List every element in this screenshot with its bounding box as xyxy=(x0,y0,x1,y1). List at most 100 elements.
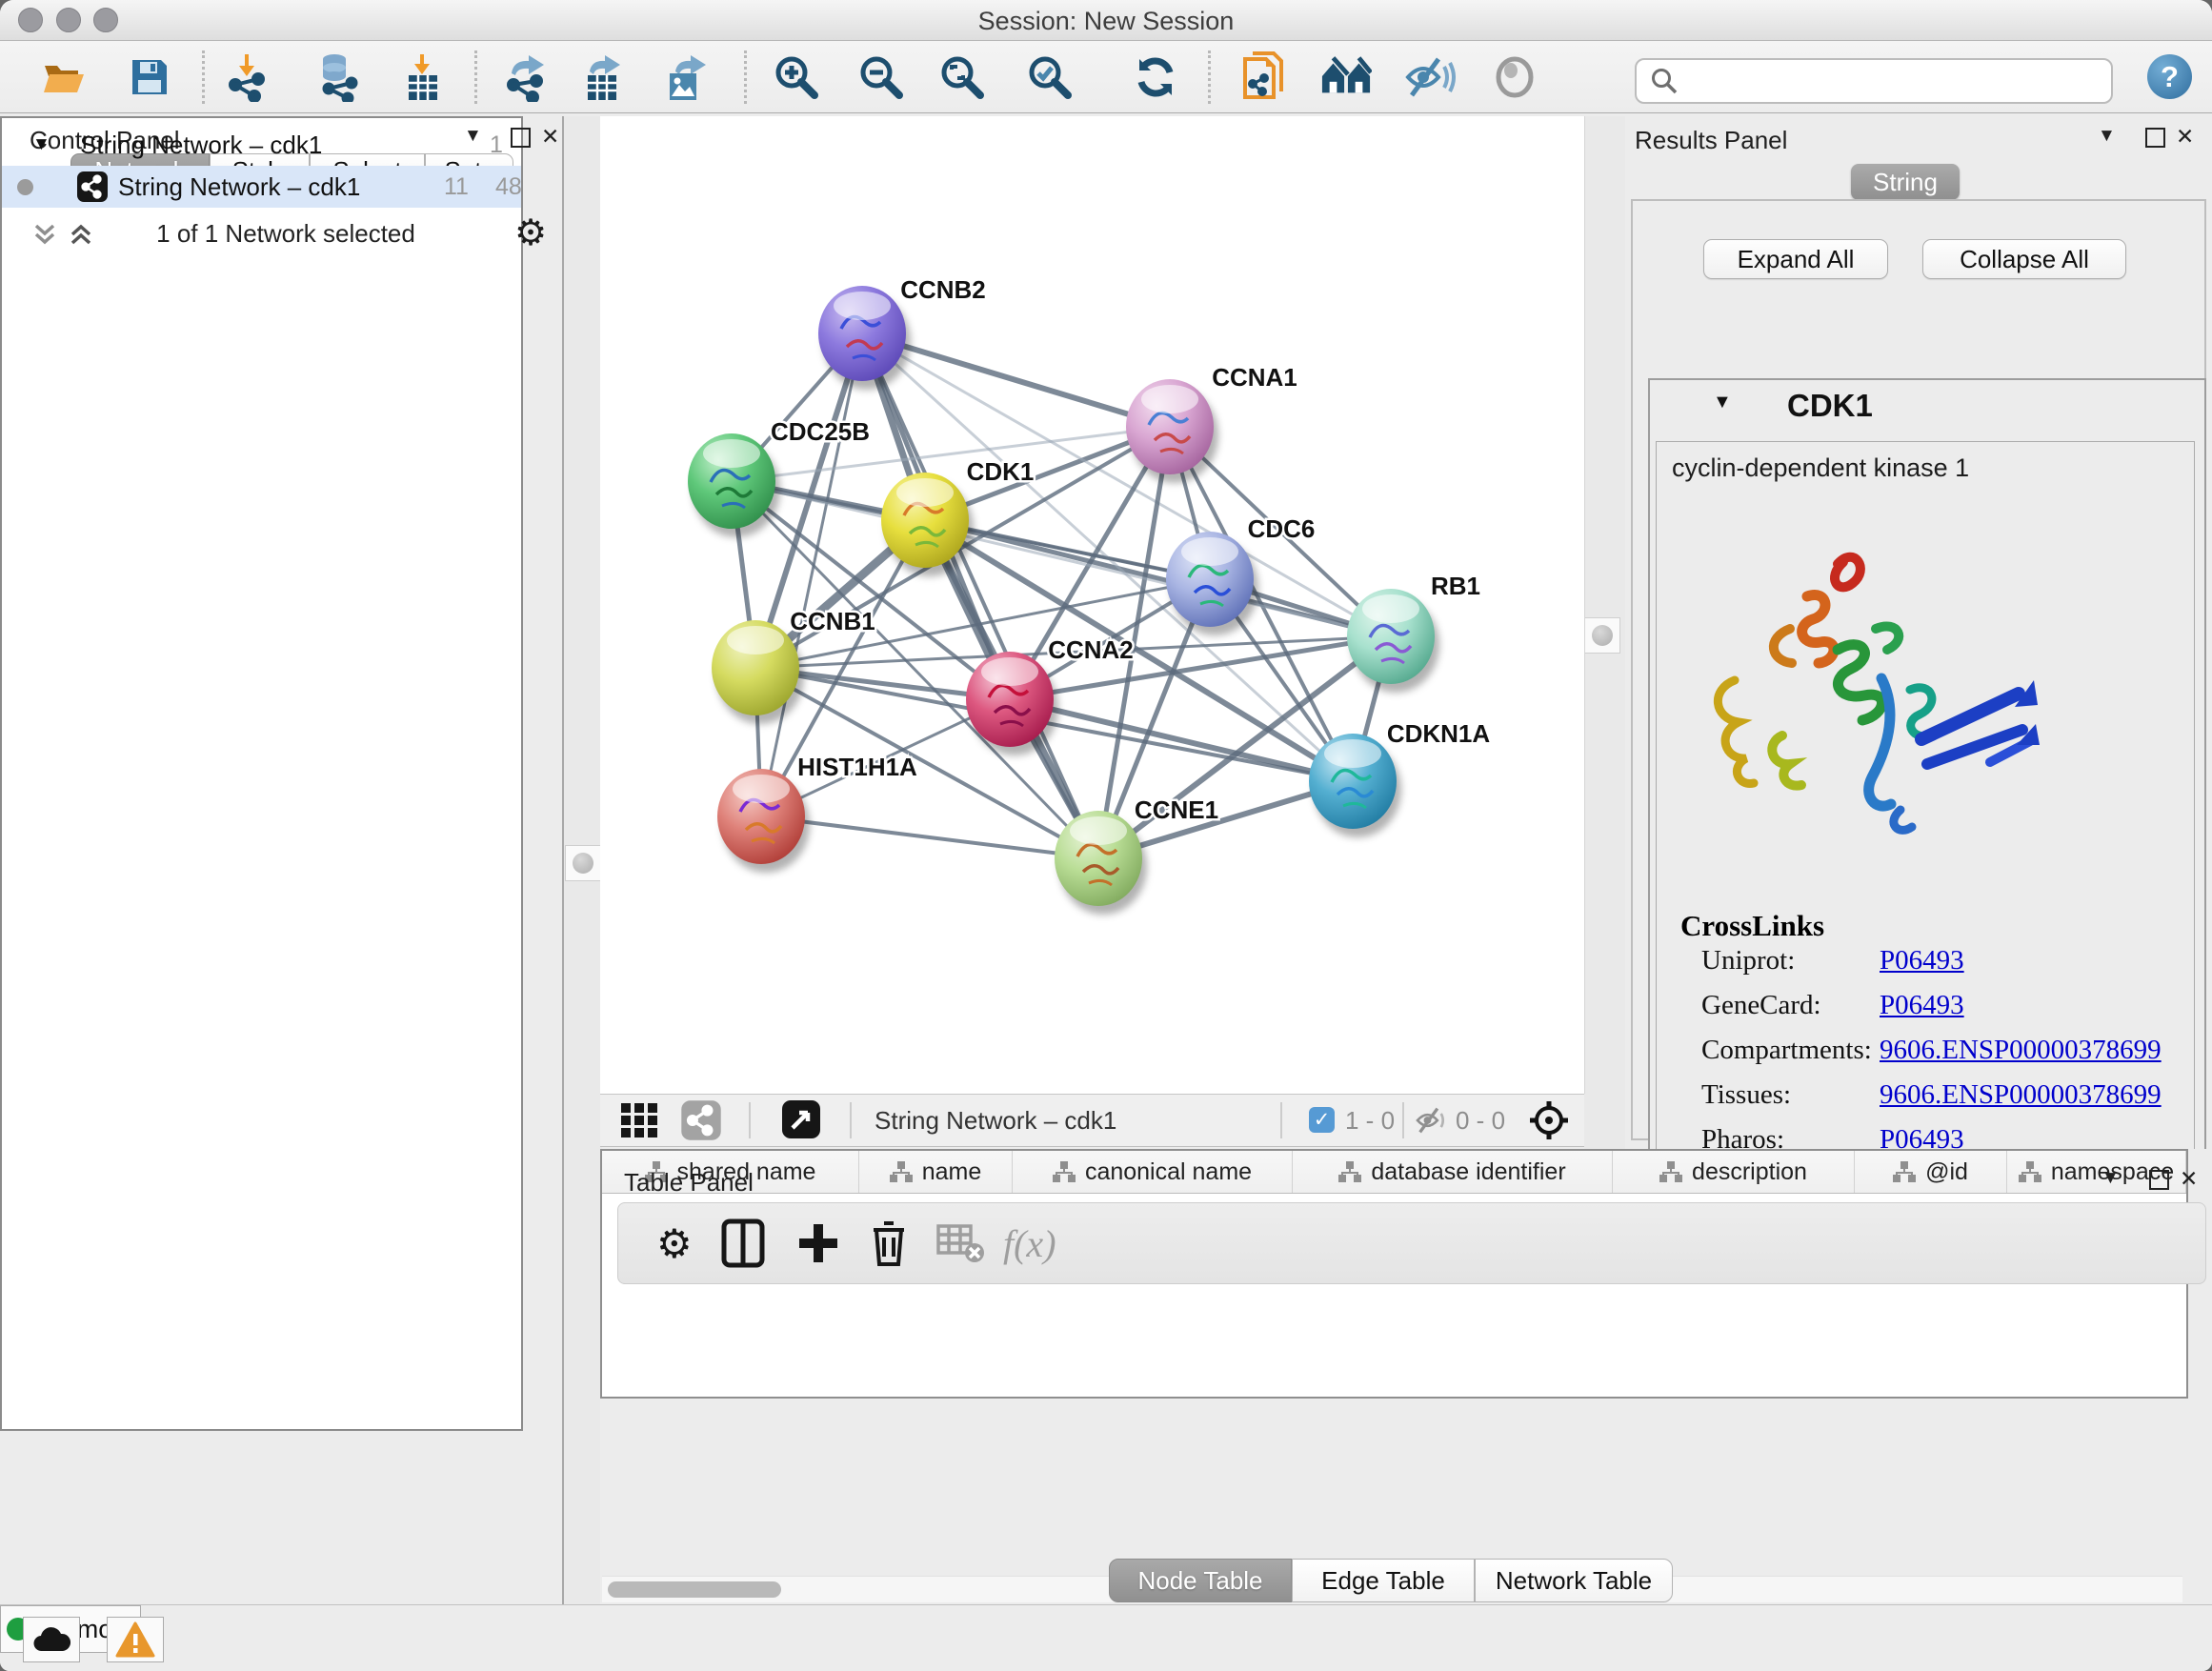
show-columns-icon[interactable] xyxy=(721,1217,765,1270)
left-splitter-handle[interactable] xyxy=(565,845,601,881)
network-options-gear-icon[interactable]: ⚙ xyxy=(514,211,547,254)
tree-expander-icon[interactable]: ▼ xyxy=(32,134,50,155)
zoom-out-button[interactable] xyxy=(855,52,907,102)
node-ccnb2[interactable] xyxy=(818,286,911,390)
results-panel-title: Results Panel xyxy=(1635,126,1787,155)
node-hist1h1a[interactable] xyxy=(717,769,810,873)
column-header-id[interactable]: @id xyxy=(1855,1151,2007,1193)
column-header-canonical-name[interactable]: canonical name xyxy=(1013,1151,1293,1193)
node-cdk1[interactable] xyxy=(881,473,974,576)
zoom-fit-button[interactable] xyxy=(936,52,988,102)
node-ccna2[interactable] xyxy=(966,652,1058,755)
function-builder-icon[interactable]: f(x) xyxy=(1003,1217,1056,1270)
show-glass-button[interactable] xyxy=(1489,52,1540,102)
results-panel-maximize-icon[interactable] xyxy=(2145,128,2165,148)
search-input[interactable] xyxy=(1688,67,2111,96)
column-header-name[interactable]: name xyxy=(859,1151,1013,1193)
hide-glass-button[interactable] xyxy=(1404,52,1456,102)
network-tree: ▼ String Network – cdk1 1 String Network… xyxy=(0,116,523,1431)
export-image-button[interactable] xyxy=(661,52,713,102)
table-options-gear-icon[interactable]: ⚙ xyxy=(656,1217,693,1270)
tab-edge-table[interactable]: Edge Table xyxy=(1292,1559,1475,1602)
export-table-button[interactable] xyxy=(577,52,629,102)
help-button[interactable]: ? xyxy=(2147,54,2192,99)
results-panel-float-icon[interactable]: ▼ xyxy=(2098,126,2116,147)
fit-selected-crosshair-icon[interactable] xyxy=(1528,1099,1570,1141)
app-window: Session: New Session xyxy=(0,0,2212,1671)
change-species-button[interactable] xyxy=(1320,52,1372,102)
hierarchy-icon xyxy=(1053,1161,1076,1182)
search-icon xyxy=(1650,67,1679,95)
export-network-button[interactable] xyxy=(499,52,551,102)
expand-all-icon[interactable] xyxy=(69,223,93,246)
table-panel-maximize-icon[interactable] xyxy=(2149,1170,2169,1190)
column-header-description[interactable]: description xyxy=(1613,1151,1855,1193)
table-tab-bar: Node TableEdge TableNetwork Table xyxy=(1109,1559,1673,1602)
node-cdkn1a[interactable] xyxy=(1309,734,1401,837)
control-panel-close-icon[interactable]: ✕ xyxy=(541,124,559,150)
save-session-button[interactable] xyxy=(124,52,175,102)
node-rb1[interactable] xyxy=(1347,589,1439,693)
zoom-fit-icon xyxy=(938,53,986,101)
toolbar-separator xyxy=(1208,50,1211,104)
selection-status-text: 1 of 1 Network selected xyxy=(105,219,467,249)
table-panel-float-icon[interactable]: ▼ xyxy=(2101,1168,2120,1189)
add-column-icon[interactable] xyxy=(795,1217,841,1270)
tab-network-table[interactable]: Network Table xyxy=(1475,1559,1673,1602)
protein-structure-image xyxy=(1695,537,2066,852)
cdk1-expander-icon[interactable]: ▼ xyxy=(1713,392,1732,413)
toolbar-separator xyxy=(1402,1102,1404,1138)
delete-table-icon[interactable] xyxy=(936,1217,986,1270)
node-label-rb1: RB1 xyxy=(1431,572,1480,600)
node-cdc25b[interactable] xyxy=(688,433,780,537)
grid-view-icon[interactable] xyxy=(619,1101,663,1139)
crosslink-link[interactable]: 9606.ENSP00000378699 xyxy=(1880,1079,2162,1111)
node-label-ccne1: CCNE1 xyxy=(1135,795,1218,824)
birdseye-view-icon[interactable] xyxy=(781,1099,821,1139)
zoom-selected-button[interactable] xyxy=(1024,52,1076,102)
open-session-button[interactable] xyxy=(38,52,90,102)
expand-all-button[interactable]: Expand All xyxy=(1703,239,1888,279)
tab-node-table[interactable]: Node Table xyxy=(1109,1559,1292,1602)
stringify-document-button[interactable] xyxy=(1238,52,1290,102)
network-row-selected[interactable]: String Network – cdk1 11 48 xyxy=(2,166,521,208)
results-panel-close-icon[interactable]: ✕ xyxy=(2176,124,2194,150)
crosslink-link[interactable]: P06493 xyxy=(1880,945,1964,976)
node-cdc6[interactable] xyxy=(1166,532,1258,635)
node-ccne1[interactable] xyxy=(1055,811,1147,915)
crosslinks-heading: CrossLinks xyxy=(1680,909,1824,943)
node-ccna1[interactable] xyxy=(1126,379,1218,483)
collapse-all-icon[interactable] xyxy=(32,223,57,246)
import-network-button[interactable] xyxy=(221,52,272,102)
tab-string[interactable]: String xyxy=(1851,164,1960,200)
network-canvas[interactable]: CCNB2CCNA1CDC25BCDK1CDC6RB1CCNB1CCNA2CDK… xyxy=(600,116,1585,1094)
cloud-status-button[interactable] xyxy=(23,1617,80,1662)
node-label-hist1h1a: HIST1H1A xyxy=(797,753,917,781)
window-title: Session: New Session xyxy=(0,7,2212,36)
import-database-button[interactable] xyxy=(312,52,364,102)
hierarchy-icon xyxy=(890,1161,913,1182)
import-table-button[interactable] xyxy=(398,52,450,102)
crosslink-link[interactable]: 9606.ENSP00000378699 xyxy=(1880,1035,2162,1066)
search-field[interactable] xyxy=(1635,58,2113,104)
selected-checkbox-icon[interactable]: ✓ xyxy=(1309,1107,1335,1133)
import-database-icon xyxy=(313,52,363,102)
column-header-database-identifier[interactable]: database identifier xyxy=(1293,1151,1613,1193)
table-panel-close-icon[interactable]: ✕ xyxy=(2180,1166,2198,1192)
crosslink-link[interactable]: P06493 xyxy=(1880,990,1964,1021)
zoom-in-button[interactable] xyxy=(771,52,822,102)
node-label-ccna2: CCNA2 xyxy=(1048,635,1134,664)
edge-ccnb2-hist1h1a[interactable] xyxy=(761,333,862,816)
refresh-view-button[interactable] xyxy=(1130,52,1181,102)
network-view-icon[interactable] xyxy=(680,1099,722,1141)
left-splitter[interactable] xyxy=(562,116,602,1604)
right-splitter-handle[interactable] xyxy=(1584,617,1620,654)
crosslink-label: Tissues: xyxy=(1701,1079,1791,1111)
edge-hist1h1a-ccne1[interactable] xyxy=(761,816,1098,858)
crosslink-row: GeneCard:P06493 xyxy=(1657,990,2196,1034)
warnings-button[interactable] xyxy=(107,1617,164,1662)
delete-column-icon[interactable] xyxy=(868,1217,910,1270)
protein-description: cyclin-dependent kinase 1 xyxy=(1672,453,1969,483)
network-collection-row[interactable]: ▼ String Network – cdk1 1 xyxy=(2,124,521,166)
collapse-all-button[interactable]: Collapse All xyxy=(1922,239,2126,279)
